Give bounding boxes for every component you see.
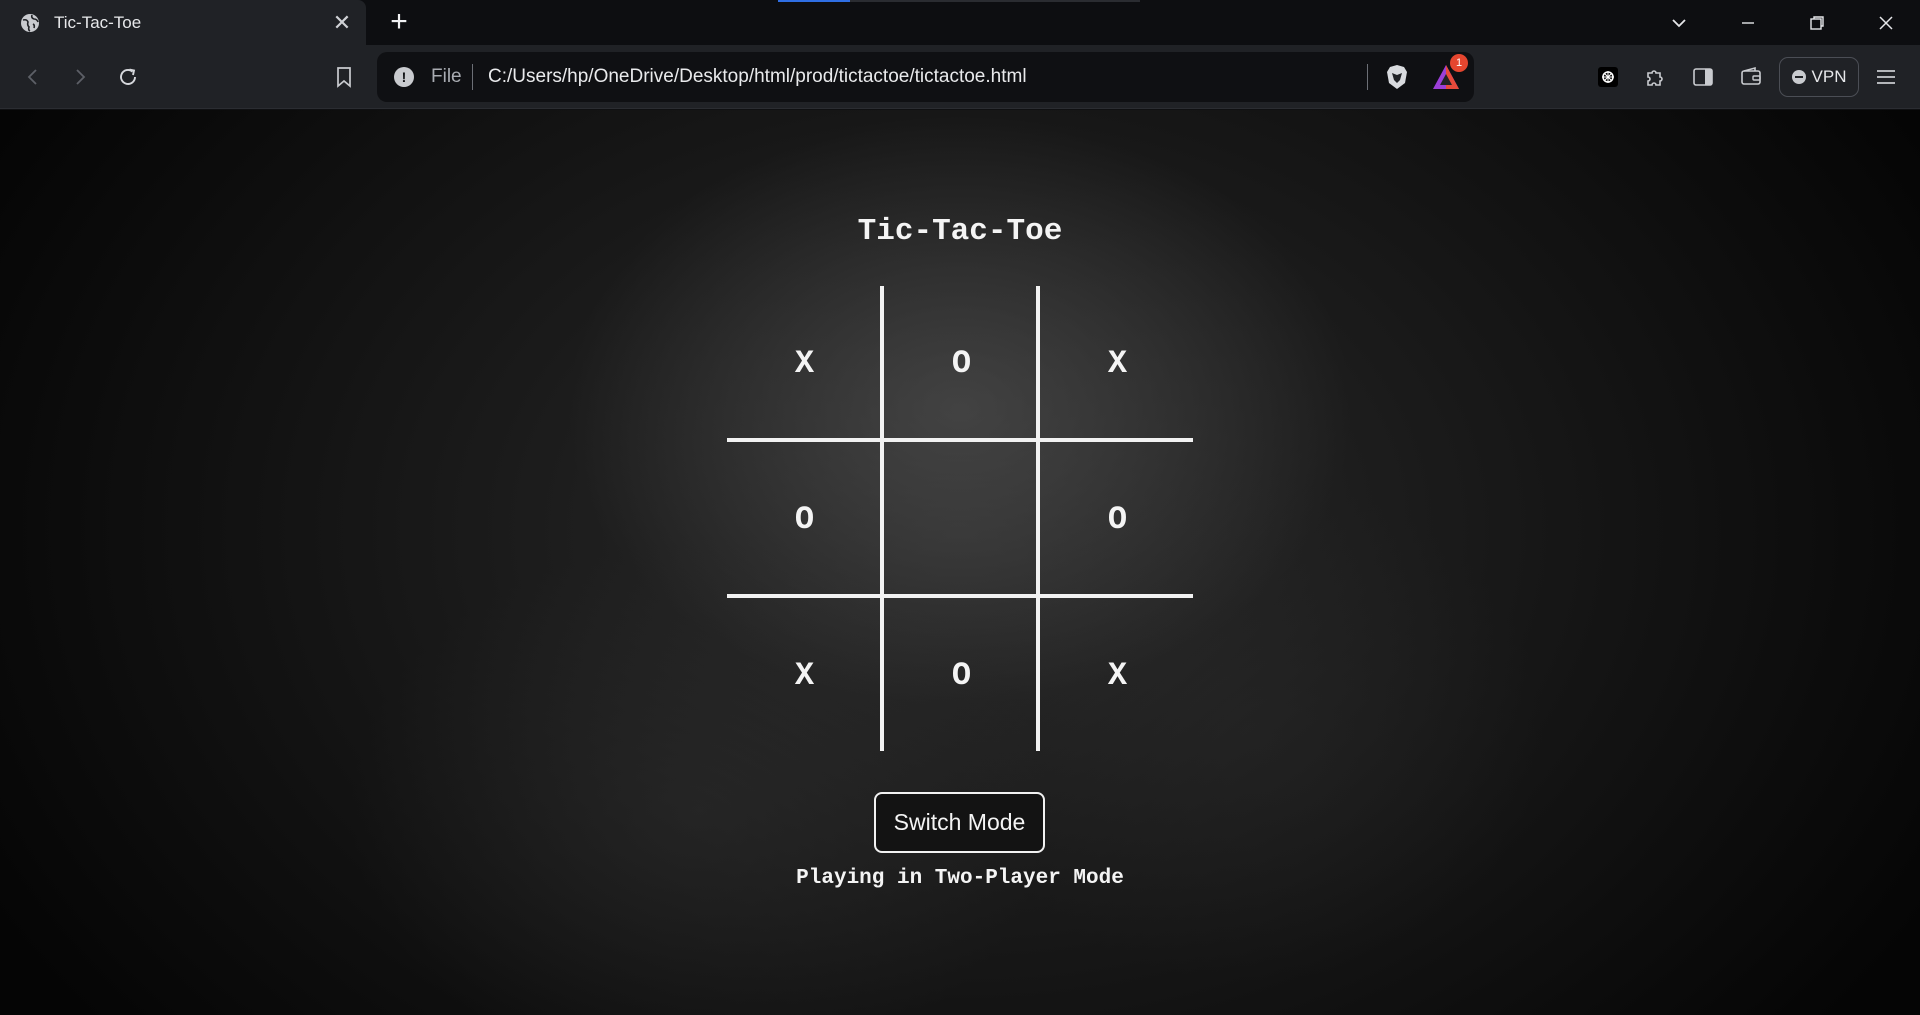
extensions-puzzle-icon[interactable]: [1636, 58, 1674, 96]
address-separator-right: [1367, 64, 1368, 90]
back-icon[interactable]: [14, 58, 52, 96]
page-content: Tic-Tac-Toe X O X O O X O X Switch Mode …: [0, 110, 1920, 1015]
address-bar[interactable]: ! File C:/Users/hp/OneDrive/Desktop/html…: [377, 52, 1474, 102]
menu-hamburger-icon[interactable]: [1867, 58, 1905, 96]
site-info-icon[interactable]: !: [394, 67, 414, 87]
address-url[interactable]: C:/Users/hp/OneDrive/Desktop/html/prod/t…: [488, 66, 1027, 88]
board-cell-9[interactable]: X: [1040, 598, 1195, 753]
mode-status-text: Playing in Two-Player Mode: [796, 867, 1124, 890]
tab-indicator-track: [850, 0, 1140, 2]
wallet-icon[interactable]: [1732, 58, 1770, 96]
globe-icon: [20, 13, 40, 33]
tab-strip: Tic-Tac-Toe ✕ +: [0, 0, 1920, 45]
extension-app-icon[interactable]: [1589, 58, 1627, 96]
board-cell-3[interactable]: X: [1040, 286, 1195, 441]
vpn-status-icon: [1791, 70, 1806, 84]
board-cell-4[interactable]: O: [727, 442, 882, 597]
bookmark-icon[interactable]: [325, 58, 363, 96]
address-scheme: File: [431, 66, 462, 87]
board-cell-5[interactable]: [884, 442, 1039, 597]
tab-tictactoe[interactable]: Tic-Tac-Toe ✕: [0, 0, 366, 45]
switch-mode-button[interactable]: Switch Mode: [874, 792, 1045, 853]
sidebar-icon[interactable]: [1684, 58, 1722, 96]
close-window-icon[interactable]: [1851, 0, 1920, 45]
reload-icon[interactable]: [109, 58, 147, 96]
board-cell-7[interactable]: X: [727, 598, 882, 753]
browser-toolbar: ! File C:/Users/hp/OneDrive/Desktop/html…: [0, 45, 1920, 109]
board-cell-2[interactable]: O: [884, 286, 1039, 441]
rewards-badge: 1: [1450, 54, 1468, 72]
vpn-label: VPN: [1811, 67, 1847, 86]
brave-shields-icon[interactable]: [1383, 63, 1411, 91]
board-cell-1[interactable]: X: [727, 286, 882, 441]
tab-indicator: [778, 0, 850, 2]
tab-title: Tic-Tac-Toe: [54, 12, 142, 32]
new-tab-button[interactable]: +: [381, 4, 417, 40]
address-separator: [472, 64, 473, 90]
minimize-icon[interactable]: [1713, 0, 1783, 45]
forward-icon[interactable]: [61, 58, 99, 96]
game-board: X O X O O X O X: [727, 286, 1193, 751]
board-cell-6[interactable]: O: [1040, 442, 1195, 597]
restore-icon[interactable]: [1782, 0, 1852, 45]
board-cell-8[interactable]: O: [884, 598, 1039, 753]
tab-search-chevron-down-icon[interactable]: [1644, 0, 1714, 45]
game-title: Tic-Tac-Toe: [857, 214, 1063, 249]
close-tab-icon[interactable]: ✕: [324, 5, 360, 41]
vpn-button[interactable]: VPN: [1779, 57, 1859, 97]
